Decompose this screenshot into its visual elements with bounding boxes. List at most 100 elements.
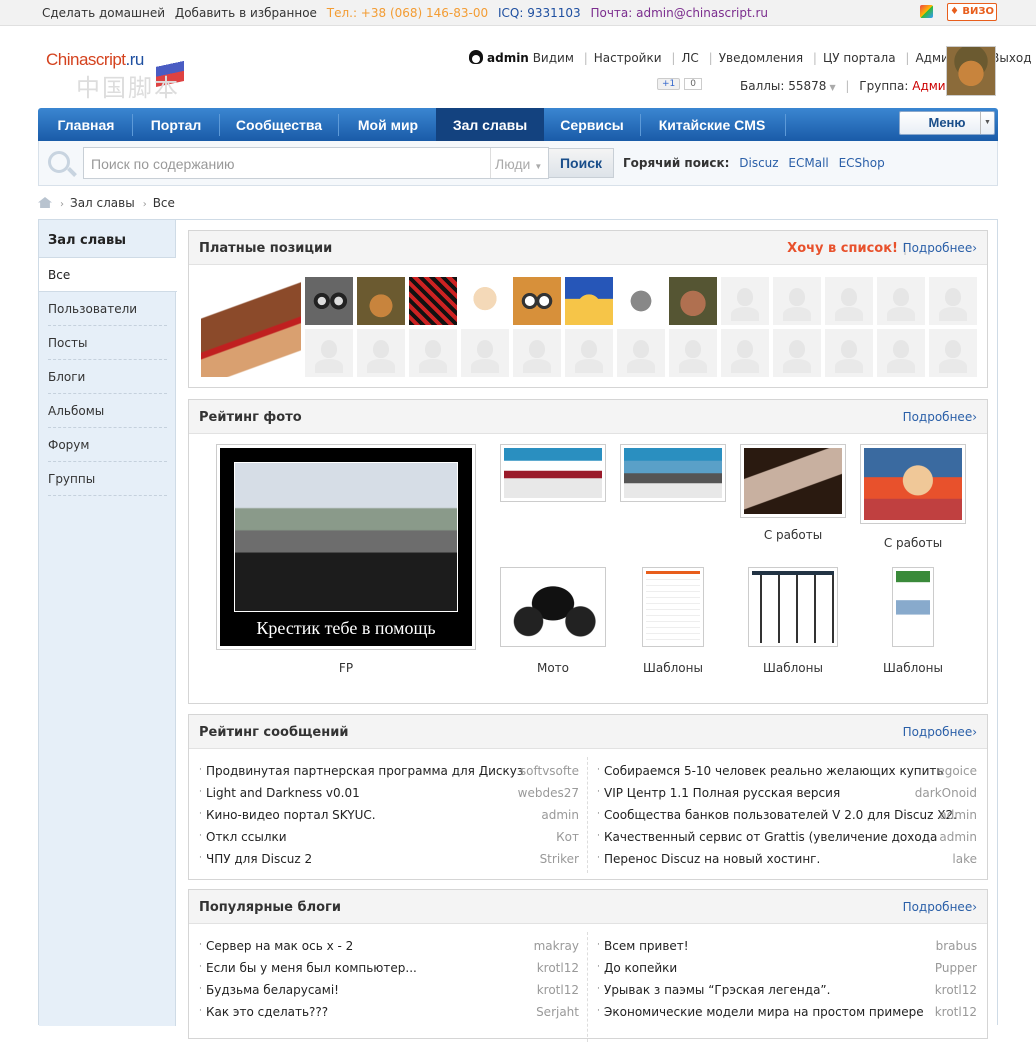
paid-avatar[interactable]	[409, 277, 457, 325]
photo-thumb[interactable]	[748, 567, 838, 647]
sidebar-item-albums[interactable]: Альбомы	[48, 394, 167, 428]
menu-button[interactable]: Меню ▼	[899, 111, 995, 135]
blog-link[interactable]: До копейки	[604, 961, 677, 975]
paid-avatar[interactable]	[305, 277, 353, 325]
photo-fp[interactable]: Крестик тебе в помощь	[216, 444, 476, 650]
add-favorite-link[interactable]: Добавить в избранное	[175, 6, 317, 20]
site-logo[interactable]: Chinascript.ru 中国脚本	[46, 50, 186, 102]
message-author[interactable]: webdes27	[518, 786, 579, 800]
message-link[interactable]: Сообщества банков пользователей V 2.0 дл…	[604, 808, 957, 822]
nav-hall-of-fame[interactable]: Зал славы	[436, 108, 544, 141]
blog-author[interactable]: Serjaht	[536, 1005, 579, 1019]
paid-avatar[interactable]	[201, 277, 301, 377]
message-link[interactable]: Light and Darkness v0.01	[206, 786, 360, 800]
blog-author[interactable]: krotl12	[935, 1005, 977, 1019]
want-in-list-link[interactable]: Хочу в список!	[787, 241, 898, 256]
sidebar-item-all[interactable]: Все	[39, 258, 177, 292]
photo-thumb[interactable]	[500, 444, 606, 502]
nav-my-world[interactable]: Мой мир	[342, 108, 434, 141]
search-type-select[interactable]: Люди ▼	[490, 148, 548, 178]
blog-link[interactable]: Будзьма беларусамі!	[206, 983, 339, 997]
photo-caption[interactable]: Шаблоны	[733, 661, 853, 675]
hot-search-link[interactable]: Discuz	[739, 156, 778, 170]
hot-search-link[interactable]: ECShop	[839, 156, 885, 170]
visibility-status[interactable]: Видим	[533, 51, 574, 65]
paid-more-link[interactable]: Подробнее›	[903, 241, 977, 255]
paid-avatar[interactable]	[513, 277, 561, 325]
viz-button[interactable]: ♦ ВИЗО	[947, 3, 997, 21]
paid-avatar[interactable]	[565, 277, 613, 325]
blog-author[interactable]: Pupper	[935, 961, 977, 975]
message-link[interactable]: Собираемся 5-10 человек реально желающих…	[604, 764, 944, 778]
message-author[interactable]: lake	[952, 852, 977, 866]
blog-author[interactable]: makray	[534, 939, 579, 953]
message-author[interactable]: egoice	[937, 764, 977, 778]
message-author[interactable]: Кот	[556, 830, 579, 844]
paid-avatar[interactable]	[461, 277, 509, 325]
nav-services[interactable]: Сервисы	[548, 108, 636, 141]
message-author[interactable]: Striker	[540, 852, 579, 866]
nav-home[interactable]: Главная	[44, 108, 128, 141]
sidebar-item-groups[interactable]: Группы	[48, 462, 167, 496]
photo-thumb[interactable]	[892, 567, 934, 647]
pm-link[interactable]: ЛС	[681, 51, 698, 65]
popular-blogs-more-link[interactable]: Подробнее›	[903, 900, 977, 914]
gplus-button[interactable]: +1	[657, 78, 681, 90]
photo-thumb[interactable]	[620, 444, 726, 502]
photo-thumb[interactable]	[642, 567, 704, 647]
message-link[interactable]: ЧПУ для Discuz 2	[206, 852, 312, 866]
nav-portal[interactable]: Портал	[136, 108, 216, 141]
blog-link[interactable]: Экономические модели мира на простом при…	[604, 1005, 924, 1019]
make-home-link[interactable]: Сделать домашней	[42, 6, 165, 20]
paid-avatar[interactable]	[617, 277, 665, 325]
photo-caption[interactable]: FP	[286, 661, 406, 675]
photo-thumb[interactable]	[860, 444, 966, 524]
notifications-link[interactable]: Уведомления	[719, 51, 803, 65]
photo-thumb[interactable]	[500, 567, 606, 647]
settings-link[interactable]: Настройки	[594, 51, 662, 65]
paid-avatar[interactable]	[669, 277, 717, 325]
message-author[interactable]: admin	[939, 830, 977, 844]
message-author[interactable]: darkOnoid	[915, 786, 977, 800]
blog-link[interactable]: Если бы у меня был компьютер...	[206, 961, 417, 975]
photo-rating-more-link[interactable]: Подробнее›	[903, 410, 977, 424]
username-link[interactable]: admin	[487, 51, 529, 65]
message-link[interactable]: Откл ссылки	[206, 830, 287, 844]
message-author[interactable]: admin	[541, 808, 579, 822]
sidebar-item-posts[interactable]: Посты	[48, 326, 167, 360]
blog-link[interactable]: Сервер на мак ось х - 2	[206, 939, 353, 953]
message-link[interactable]: Кино-видео портал SKYUC.	[206, 808, 376, 822]
blog-link[interactable]: Урывак з паэмы “Грэская легенда”.	[604, 983, 830, 997]
message-link[interactable]: Качественный сервис от Grattis (увеличен…	[604, 830, 937, 844]
home-icon[interactable]	[38, 197, 52, 208]
breadcrumb-hall[interactable]: Зал славы	[70, 196, 135, 210]
mail-link[interactable]: Почта: admin@chinascript.ru	[590, 6, 768, 20]
color-theme-icon[interactable]	[920, 5, 933, 18]
message-rating-more-link[interactable]: Подробнее›	[903, 725, 977, 739]
hot-search-link[interactable]: ECMall	[788, 156, 828, 170]
blog-author[interactable]: krotl12	[935, 983, 977, 997]
message-link[interactable]: Перенос Discuz на новый хостинг.	[604, 852, 820, 866]
avatar[interactable]	[946, 46, 996, 96]
blog-author[interactable]: krotl12	[537, 983, 579, 997]
photo-thumb[interactable]	[740, 444, 846, 518]
blog-link[interactable]: Как это сделать???	[206, 1005, 328, 1019]
nav-communities[interactable]: Сообщества	[224, 108, 334, 141]
blog-author[interactable]: krotl12	[537, 961, 579, 975]
sidebar-item-forum[interactable]: Форум	[48, 428, 167, 462]
paid-avatar[interactable]	[357, 277, 405, 325]
message-link[interactable]: Продвинутая партнерская программа для Ди…	[206, 764, 523, 778]
portal-cp-link[interactable]: ЦУ портала	[823, 51, 896, 65]
blog-link[interactable]: Всем привет!	[604, 939, 689, 953]
blog-author[interactable]: brabus	[936, 939, 977, 953]
search-input[interactable]: Поиск по содержанию	[83, 147, 549, 179]
points-dropdown[interactable]: Баллы: 55878 ▼	[740, 79, 836, 93]
logout-link[interactable]: Выход	[991, 51, 1031, 65]
photo-caption[interactable]: С работы	[853, 536, 973, 550]
search-button[interactable]: Поиск	[548, 148, 614, 178]
photo-caption[interactable]: С работы	[733, 528, 853, 542]
message-author[interactable]: softvsofte	[520, 764, 579, 778]
sidebar-item-users[interactable]: Пользователи	[48, 292, 167, 326]
photo-caption[interactable]: Мото	[493, 661, 613, 675]
message-author[interactable]: admin	[939, 808, 977, 822]
